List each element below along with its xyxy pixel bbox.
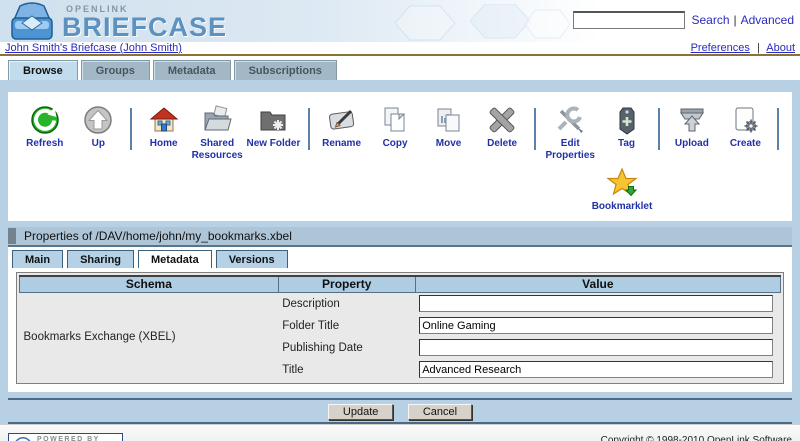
refresh-icon [29,104,61,136]
new-folder-icon [257,104,289,136]
top-header: OPENLINK BRIEFCASE Search | Advanced [0,0,800,42]
search-input[interactable] [573,11,685,29]
toolbar: Refresh Up [8,92,792,221]
link-separator: | [734,13,737,27]
title-input[interactable] [419,361,773,378]
delete-button[interactable]: Delete [475,104,529,150]
tab-metadata-properties[interactable]: Metadata [138,250,212,268]
toolbar-separator [534,108,536,150]
schema-column-header: Schema [20,276,279,293]
bookmarklet-icon [606,167,638,199]
copy-button[interactable]: Copy [368,104,422,150]
tag-icon [611,104,643,136]
publishing-date-input[interactable] [419,339,773,356]
rename-button[interactable]: Rename [315,104,369,150]
edit-properties-button[interactable]: Edit Properties [541,104,600,161]
home-button[interactable]: Home [137,104,191,150]
move-button[interactable]: Move [422,104,476,150]
about-link[interactable]: About [766,42,795,54]
properties-panel: Main Sharing Metadata Versions Schema Pr… [8,247,792,392]
property-label: Description [278,293,415,315]
cancel-button[interactable]: Cancel [408,404,472,420]
up-icon [82,104,114,136]
search-link[interactable]: Search [691,13,729,27]
shared-resources-button[interactable]: Shared Resources [190,104,244,161]
metadata-table: Schema Property Value Bookmarks Exchange… [19,275,781,381]
brand-briefcase: BRIEFCASE [62,14,227,41]
table-row: Bookmarks Exchange (XBEL) Description [20,293,781,315]
move-icon [433,104,465,136]
tab-metadata[interactable]: Metadata [153,60,231,80]
tab-subscriptions[interactable]: Subscriptions [234,60,337,80]
copyright-text: Copyright © 1998-2010 OpenLink Software [601,433,792,441]
toolbar-separator [658,108,660,150]
advanced-search-link[interactable]: Advanced [741,13,794,27]
schema-name: Bookmarks Exchange (XBEL) [20,293,279,381]
property-column-header: Property [278,276,415,293]
main-tab-bar: Browse Groups Metadata Subscriptions [0,56,800,80]
refresh-button[interactable]: Refresh [18,104,72,150]
copy-icon [379,104,411,136]
description-input[interactable] [419,295,773,312]
properties-header-bar: Properties of /DAV/home/john/my_bookmark… [8,227,792,247]
home-icon [148,104,180,136]
tab-versions[interactable]: Versions [216,250,288,268]
new-folder-button[interactable]: New Folder [244,104,303,150]
actions-bar: Update Cancel [8,398,792,424]
update-button[interactable]: Update [328,404,393,420]
brand-text: OPENLINK BRIEFCASE [62,2,227,41]
toolbar-separator [777,108,779,150]
toolbar-separator [308,108,310,150]
tab-browse[interactable]: Browse [8,60,78,80]
up-button[interactable]: Up [72,104,126,150]
shared-resources-icon [201,104,233,136]
app-body: Refresh Up [0,80,800,424]
breadcrumb-separator: | [757,42,760,54]
preferences-link[interactable]: Preferences [691,42,750,54]
footer: POWERED BY VIRTUOSO Copyright © 1998-201… [0,424,800,441]
metadata-table-frame: Schema Property Value Bookmarks Exchange… [16,272,784,384]
virtuoso-swirl-icon [13,436,33,441]
breadcrumb-title-link[interactable]: John Smith's Briefcase (John Smith) [5,42,182,54]
briefcase-logo-icon [6,2,58,42]
powered-by-label: POWERED BY [37,436,114,441]
tab-sharing[interactable]: Sharing [67,250,134,268]
tag-button[interactable]: Tag [600,104,654,150]
powered-by-virtuoso-badge[interactable]: POWERED BY VIRTUOSO [8,433,123,441]
property-label: Publishing Date [278,337,415,359]
value-column-header: Value [415,276,780,293]
bookmarklet-button[interactable]: Bookmarklet [590,167,654,213]
breadcrumb: John Smith's Briefcase (John Smith) Pref… [0,42,800,56]
upload-button[interactable]: Upload [665,104,719,150]
delete-icon [486,104,518,136]
hexagon-decoration [380,4,570,42]
rename-icon [326,104,358,136]
property-label: Folder Title [278,315,415,337]
section-marker [8,228,18,244]
edit-properties-icon [554,104,586,136]
briefcase-app: OPENLINK BRIEFCASE Search | Advanced Joh… [0,0,800,441]
properties-title: Properties of /DAV/home/john/my_bookmark… [24,229,292,243]
upload-icon [676,104,708,136]
create-button[interactable]: Create [719,104,773,150]
properties-tab-bar: Main Sharing Metadata Versions [8,250,792,268]
tab-groups[interactable]: Groups [81,60,150,80]
table-header-row: Schema Property Value [20,276,781,293]
toolbar-separator [130,108,132,150]
create-icon [729,104,761,136]
property-label: Title [278,359,415,381]
briefcase-logo[interactable]: OPENLINK BRIEFCASE [0,0,227,42]
folder-title-input[interactable] [419,317,773,334]
tab-main[interactable]: Main [12,250,63,268]
